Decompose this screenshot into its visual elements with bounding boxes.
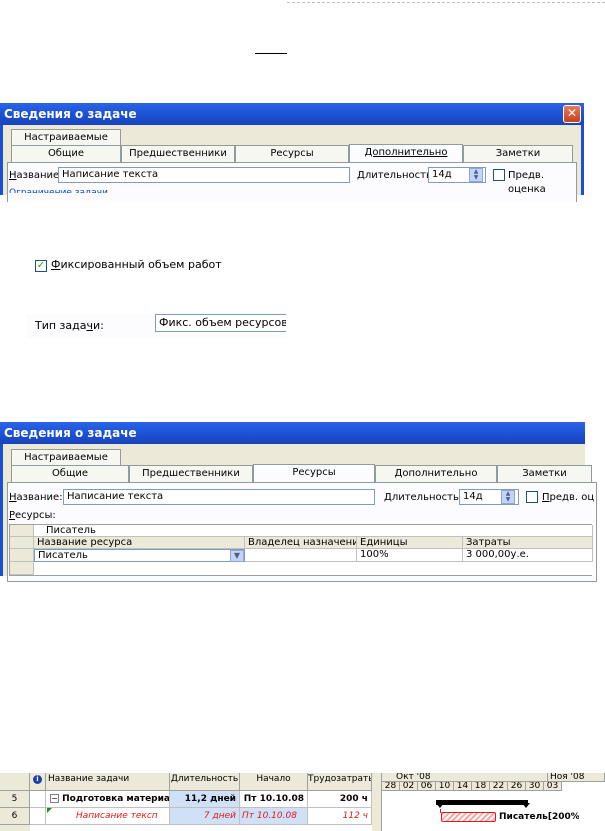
col-units[interactable]: Единицы (357, 537, 463, 549)
work-cell[interactable]: 112 ч (308, 808, 372, 825)
close-icon[interactable]: ✕ (563, 105, 581, 123)
duration-label: Длительность: (357, 170, 436, 181)
dialog-title: Сведения о задаче (4, 107, 137, 121)
row-number[interactable]: 5 (0, 791, 30, 808)
bar-resource-label: Писатель[200%] (499, 812, 579, 822)
col-duration[interactable]: Длительность (170, 773, 240, 791)
duration-cell[interactable]: 7 дней (170, 808, 240, 825)
duration-spinner[interactable]: ▲ ▼ (469, 168, 483, 182)
day-tick: 14 (454, 782, 472, 791)
summary-bar[interactable] (436, 800, 528, 805)
constraint-section-label: Ограничение задачи (9, 188, 108, 193)
col-task-name[interactable]: Название задачи (46, 773, 170, 791)
tab2-general[interactable]: Общие (11, 465, 129, 482)
col-resource-name[interactable]: Название ресурса (34, 537, 245, 549)
gantt-splitter[interactable] (372, 773, 382, 831)
tab2-notes[interactable]: Заметки (497, 465, 592, 482)
name-input[interactable]: Написание текста (58, 167, 350, 183)
tab2-predecessors[interactable]: Предшественники (129, 465, 253, 482)
tab-notes[interactable]: Заметки (463, 145, 573, 162)
tab-advanced-label: Дополнительно (364, 147, 448, 158)
estimate2-label: Предв. оц (542, 492, 595, 503)
col-cost[interactable]: Затраты (463, 537, 593, 549)
task-type-label: Тип задачи: (35, 319, 104, 332)
col-assignment-owner[interactable]: Владелец назначения (245, 537, 357, 549)
page-dash-line (255, 53, 287, 54)
tab-advanced[interactable]: Дополнительно (349, 144, 463, 162)
summary-bar-end-cap (522, 803, 530, 808)
fixed-work-checkbox[interactable]: ✓ (35, 260, 47, 272)
fixed-work-label: Фиксированный объем работ (51, 258, 222, 271)
start-cell[interactable]: Пт 10.10.08 (240, 808, 308, 825)
summary-bar-start-cap (436, 803, 444, 808)
empty-row-header (10, 562, 34, 575)
row-number-overflow (0, 825, 30, 831)
day-tick: 03 (544, 782, 562, 791)
estimate-label: Предв. оценка (508, 170, 546, 195)
estimate2-checkbox[interactable] (526, 491, 538, 503)
task-type-select[interactable]: Фикс. объем ресурсов (155, 314, 286, 332)
tab-predecessors[interactable]: Предшественники (121, 145, 235, 162)
day-tick: 02 (400, 782, 418, 791)
dialog-body: Настраиваемые поля Общие Предшественники… (0, 125, 584, 202)
name-label: Название: (9, 170, 63, 181)
chevron-down-icon[interactable]: ▼ (230, 550, 244, 562)
gantt-view: i Название задачи Длительность Начало Тр… (0, 773, 605, 831)
task-name-cell[interactable]: Написание тексп (46, 808, 170, 825)
resource-combo[interactable]: Писатель (34, 549, 245, 562)
info-col-header[interactable]: i (30, 773, 46, 791)
col-work[interactable]: Трудозатраты (308, 773, 372, 791)
grid-corner (10, 525, 34, 537)
task-name-cell[interactable]: − Подготовка материало (46, 791, 170, 808)
row-number[interactable]: 6 (0, 808, 30, 825)
day-tick: 06 (418, 782, 436, 791)
month-nov: Ноя '08 (548, 773, 605, 782)
owner-cell[interactable] (245, 549, 357, 562)
task-bar[interactable] (441, 812, 496, 822)
tab2-custom-fields[interactable]: Настраиваемые поля (11, 449, 121, 479)
info-cell[interactable] (30, 791, 46, 808)
duration-cell[interactable]: 11,2 дней (170, 791, 240, 808)
day-tick: 10 (436, 782, 454, 791)
dialog-titlebar: Сведения о задаче ✕ (0, 103, 584, 125)
month-oct: Окт '08 (382, 773, 548, 782)
tab2-advanced[interactable]: Дополнительно (375, 465, 497, 482)
collapse-icon[interactable]: − (50, 794, 59, 803)
resource-grid: Писатель Название ресурса Владелец назна… (9, 524, 593, 576)
gantt-corner (0, 773, 30, 791)
tab-general[interactable]: Общие (11, 145, 121, 162)
dialog2-title: Сведения о задаче (4, 426, 137, 440)
resources-label: Ресурсы: (9, 510, 56, 521)
dialog2-body: Настраиваемые поля Общие Предшественники… (0, 444, 597, 582)
day-tick: 26 (508, 782, 526, 791)
duration2-label: Длительность: (384, 492, 463, 503)
estimate-checkbox[interactable] (493, 169, 505, 181)
name2-input[interactable]: Написание текста (63, 489, 375, 505)
page-top-rule (287, 2, 605, 3)
cost-cell[interactable]: 3 000,00у.е. (463, 549, 593, 562)
grid-row-header (10, 537, 34, 549)
name2-label: Название: (9, 492, 63, 503)
tab-resources[interactable]: Ресурсы (235, 145, 349, 162)
duration2-spinner[interactable]: ▲ ▼ (501, 490, 515, 504)
day-tick: 22 (490, 782, 508, 791)
row-header (10, 549, 34, 562)
day-tick: 18 (472, 782, 490, 791)
tab-custom-fields[interactable]: Настраиваемые поля (11, 129, 121, 159)
grid-edit-bar[interactable]: Писатель (34, 525, 593, 537)
info-icon: i (33, 775, 42, 784)
col-start[interactable]: Начало (240, 773, 308, 791)
units-cell[interactable]: 100% (357, 549, 463, 562)
info-cell[interactable] (30, 808, 46, 825)
dialog2-titlebar: Сведения о задаче (0, 422, 585, 444)
day-tick: 28 (382, 782, 400, 791)
start-cell[interactable]: Пт 10.10.08 (240, 791, 308, 808)
day-tick: 30 (526, 782, 544, 791)
work-cell[interactable]: 200 ч (308, 791, 372, 808)
tab2-resources[interactable]: Ресурсы (253, 464, 375, 482)
